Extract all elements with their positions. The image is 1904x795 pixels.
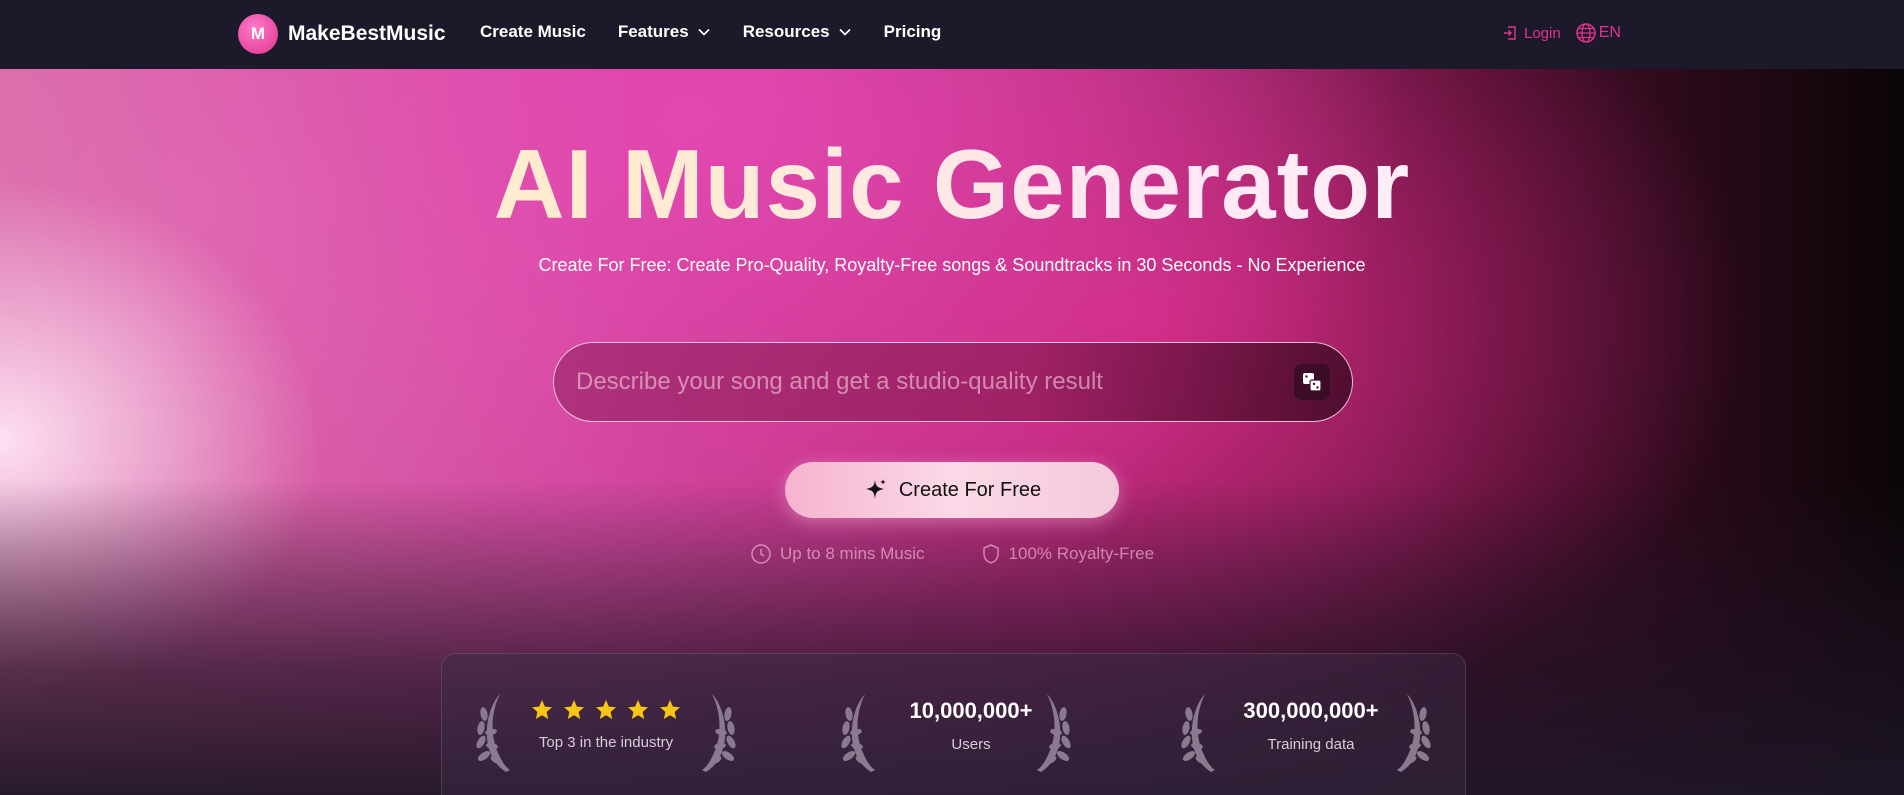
nav-link-label: Create Music bbox=[480, 22, 586, 41]
hero-features: Up to 8 mins Music 100% Royalty-Free bbox=[750, 543, 1154, 565]
laurel-right-icon bbox=[1397, 694, 1431, 772]
feature-item: 100% Royalty-Free bbox=[981, 543, 1155, 565]
star-icon bbox=[532, 700, 552, 719]
stat-rating: Top 3 in the industry bbox=[476, 690, 736, 780]
hero-subtitle: Create For Free: Create Pro-Quality, Roy… bbox=[538, 255, 1366, 275]
brand[interactable]: M MakeBestMusic bbox=[238, 14, 446, 54]
sparkle-icon bbox=[865, 479, 886, 499]
top-navbar: M MakeBestMusic Create Music Features Re… bbox=[0, 0, 1904, 69]
star-icon bbox=[628, 700, 648, 719]
stat-training-data: 300,000,000+ Training data bbox=[1181, 690, 1441, 780]
nav-link-resources[interactable]: Resources bbox=[743, 22, 852, 42]
nav-link-create-music[interactable]: Create Music bbox=[480, 22, 586, 42]
clock-icon bbox=[751, 544, 771, 564]
laurel-right-icon bbox=[702, 694, 736, 772]
feature-item: Up to 8 mins Music bbox=[750, 543, 925, 565]
dice-icon bbox=[1303, 373, 1322, 392]
nav-link-label: Pricing bbox=[883, 22, 942, 41]
laurel-right-icon bbox=[1037, 694, 1071, 772]
star-icon bbox=[564, 700, 584, 719]
song-prompt-input[interactable] bbox=[576, 368, 1294, 396]
login-label: Login bbox=[1524, 24, 1561, 42]
chevron-down-icon bbox=[839, 28, 851, 36]
language-label: EN bbox=[1598, 24, 1621, 41]
nav-link-pricing[interactable]: Pricing bbox=[884, 22, 942, 42]
song-prompt-box bbox=[553, 342, 1353, 422]
chevron-down-icon bbox=[698, 28, 710, 36]
create-for-free-button[interactable]: Create For Free bbox=[785, 462, 1119, 518]
login-icon bbox=[1504, 26, 1516, 40]
login-button[interactable]: Login bbox=[1502, 25, 1561, 42]
nav-link-label: Resources bbox=[742, 22, 830, 41]
shield-icon bbox=[982, 544, 999, 564]
nav-right: Login EN bbox=[1502, 22, 1621, 44]
nav-link-features[interactable]: Features bbox=[618, 22, 711, 42]
nav-link-label: Features bbox=[617, 22, 689, 41]
language-selector[interactable]: EN bbox=[1575, 22, 1621, 44]
brand-logo-icon: M bbox=[238, 14, 278, 54]
main-nav: Create Music Features Resources Pricing bbox=[480, 22, 941, 42]
stats-card: Top 3 in the industry 10,000,000+ Users … bbox=[441, 653, 1466, 795]
feature-label: 100% Royalty-Free bbox=[1008, 544, 1155, 563]
star-icon bbox=[596, 700, 616, 719]
brand-logo-text: M bbox=[250, 24, 266, 43]
create-for-free-label: Create For Free bbox=[898, 478, 1042, 501]
globe-icon bbox=[1575, 23, 1596, 43]
hero-title: AI Music Generator bbox=[0, 128, 1904, 241]
random-prompt-button[interactable] bbox=[1294, 364, 1330, 400]
brand-name: MakeBestMusic bbox=[288, 22, 446, 45]
star-icon bbox=[660, 700, 680, 719]
feature-label: Up to 8 mins Music bbox=[780, 544, 925, 563]
stat-users: 10,000,000+ Users bbox=[841, 690, 1101, 780]
